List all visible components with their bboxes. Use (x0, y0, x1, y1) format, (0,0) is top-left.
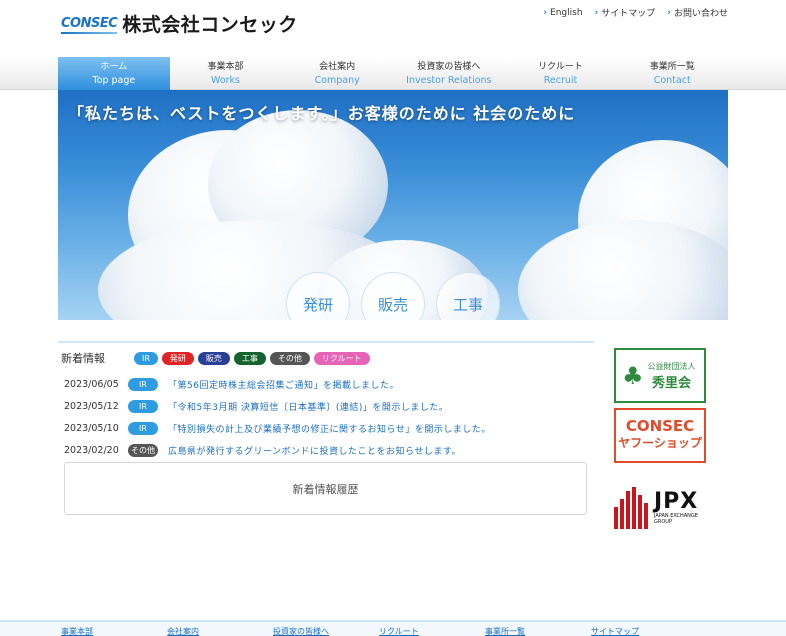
english-link[interactable]: › English (543, 6, 582, 19)
news-item: 2023/06/05 IR 「第56回定時株主総会招集ご通知」を掲載しました。 (58, 373, 594, 395)
news-item: 2023/05/10 IR 「特別損失の計上及び業績予想の修正に関するお知らせ」… (58, 417, 594, 439)
news-date: 2023/02/20 (64, 444, 119, 456)
top-links: › English › サイトマップ › お問い合わせ (543, 6, 728, 20)
nav-recruit[interactable]: リクルート Recruit (505, 57, 617, 90)
yahoo-line1: CONSEC (625, 417, 695, 435)
cloud-image (518, 220, 728, 320)
chevron-right-icon: › (667, 7, 671, 18)
hero-banner: 「私たちは、ベストをつくします。」お客様のために 社会のために 発研 販売 工事 (58, 90, 728, 320)
yahoo-line2: ヤフーショップ (618, 436, 702, 450)
nav-company[interactable]: 会社案内 Company (281, 57, 393, 90)
contact-link[interactable]: › お問い合わせ (667, 6, 728, 20)
clover-icon: ♣ (622, 361, 644, 390)
jpx-logo-icon (614, 487, 648, 529)
news-category-badge: IR (128, 377, 158, 391)
shuri-line1: 公益財団法人 (647, 361, 696, 371)
filter-construction[interactable]: 工事 (233, 351, 266, 365)
filter-ir[interactable]: IR (134, 351, 158, 365)
news-date: 2023/06/05 (64, 378, 119, 390)
nav-works[interactable]: 事業本部 Works (170, 57, 282, 90)
news-item: 2023/02/20 その他 広島県が発行するグリーンボンドに投資したことをお知… (58, 439, 594, 461)
nav-label-en: Works (211, 75, 241, 86)
nav-label-en: Top page (92, 75, 136, 86)
news-category-badge: その他 (128, 443, 158, 457)
filter-development[interactable]: 発研 (161, 351, 194, 365)
footer-link-sitemap[interactable]: サイトマップ (591, 626, 697, 636)
nav-label-jp: 会社案内 (319, 62, 356, 72)
sitemap-link[interactable]: › サイトマップ (594, 6, 656, 20)
news-link[interactable]: 「特別損失の計上及び業績予想の修正に関するお知らせ」を開示しました。 (168, 422, 491, 435)
news-title: 新着情報 (61, 352, 105, 365)
nav-label-en: Investor Relations (406, 75, 492, 86)
footer: 事業本部 会社案内 投資家の皆様へ リクルート 事業所一覧 サイトマップ (0, 620, 786, 636)
yahoo-shop-banner[interactable]: CONSEC ヤフーショップ (614, 408, 706, 463)
news-item: 2023/05/12 IR 「令和5年3月期 決算短信〔日本基準〕(連結)」を開… (58, 395, 594, 417)
news-section: 新着情報 IR 発研 販売 工事 その他 リクルート 2023/06/05 IR… (58, 341, 594, 515)
nav-label-jp: 事業所一覧 (649, 62, 695, 72)
hero-title: 「私たちは、ベストをつくします。」お客様のために 社会のために (68, 104, 576, 123)
news-category-badge: IR (128, 399, 158, 413)
jpx-line1: JPX (654, 489, 699, 514)
news-category-badge: IR (128, 421, 158, 435)
site-logo[interactable]: CONSEC 株式会社コンセック (61, 10, 298, 37)
company-name: 株式会社コンセック (122, 14, 298, 36)
logo-mark: CONSEC (61, 16, 118, 34)
shuri-line2: 秀里会 (652, 375, 692, 391)
nav-label-jp: ホーム (100, 62, 128, 72)
footer-link-company[interactable]: 会社案内 (167, 626, 273, 636)
news-header: 新着情報 IR 発研 販売 工事 その他 リクルート (58, 341, 594, 365)
chevron-right-icon: › (543, 7, 548, 18)
nav-label-en: Company (314, 75, 360, 86)
nav-label-jp: 投資家の皆様へ (417, 62, 481, 72)
news-date: 2023/05/12 (64, 400, 119, 412)
nav-home[interactable]: ホーム Top page (58, 57, 170, 90)
news-link[interactable]: 「第56回定時株主総会招集ご通知」を掲載しました。 (168, 378, 399, 391)
news-link[interactable]: 広島県が発行するグリーンボンドに投資したことをお知らせします。 (168, 444, 461, 457)
filter-other[interactable]: その他 (269, 351, 310, 365)
jpx-line3: GROUP (654, 519, 672, 525)
footer-link-contact[interactable]: 事業所一覧 (485, 626, 591, 636)
nav-label-jp: リクルート (538, 62, 583, 72)
filter-sales[interactable]: 販売 (197, 351, 230, 365)
jpx-banner[interactable]: JPX JAPAN EXCHANGE GROUP (614, 483, 720, 533)
news-list: 2023/06/05 IR 「第56回定時株主総会招集ご通知」を掲載しました。 … (58, 373, 594, 461)
news-date: 2023/05/10 (64, 422, 119, 434)
filter-recruit[interactable]: リクルート (313, 351, 370, 365)
chevron-right-icon: › (594, 7, 599, 18)
news-link[interactable]: 「令和5年3月期 決算短信〔日本基準〕(連結)」を開示しました。 (168, 400, 448, 413)
news-history-button[interactable]: 新着情報履歴 (64, 462, 587, 515)
footer-link-investor[interactable]: 投資家の皆様へ (273, 626, 379, 636)
footer-link-recruit[interactable]: リクルート (379, 626, 485, 636)
nav-label-en: Recruit (543, 75, 578, 86)
main-nav: ホーム Top page 事業本部 Works 会社案内 Company 投資家… (58, 57, 728, 90)
footer-links: 事業本部 会社案内 投資家の皆様へ リクルート 事業所一覧 サイトマップ (61, 626, 697, 636)
nav-label-jp: 事業本部 (207, 62, 244, 72)
footer-link-works[interactable]: 事業本部 (61, 626, 167, 636)
nav-label-en: Contact (653, 75, 691, 86)
nav-investor-relations[interactable]: 投資家の皆様へ Investor Relations (393, 57, 505, 90)
shuri-foundation-banner[interactable]: ♣ 公益財団法人 秀里会 (614, 348, 706, 403)
nav-contact[interactable]: 事業所一覧 Contact (616, 57, 728, 90)
